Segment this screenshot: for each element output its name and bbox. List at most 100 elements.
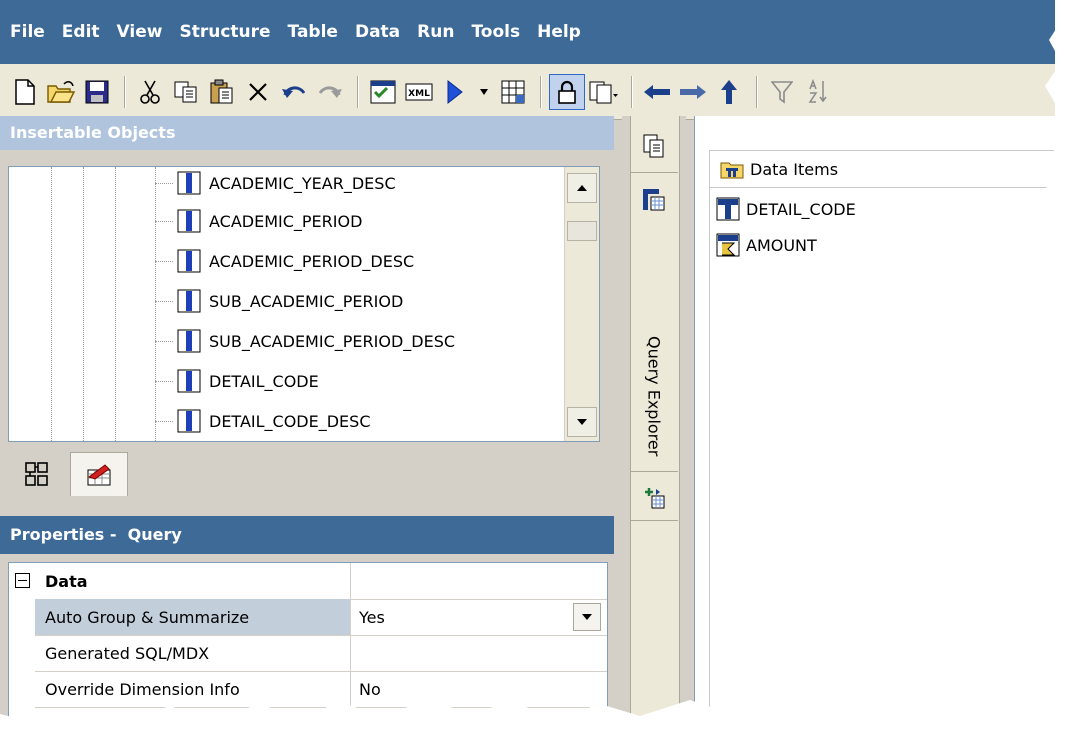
insertable-tabs	[8, 448, 613, 500]
property-value[interactable]	[351, 635, 607, 671]
paste-button[interactable]	[205, 75, 239, 109]
copy-icon	[174, 81, 197, 102]
condition-explorer-tab[interactable]	[630, 486, 678, 510]
properties-header: Properties - Query	[0, 516, 614, 554]
toolbar-separator	[756, 75, 757, 108]
delete-button[interactable]	[241, 75, 275, 109]
tree-item-label: ACADEMIC_PERIOD	[209, 211, 363, 231]
data-items-panel: Data Items DETAIL_CODE AMOUNT	[709, 150, 1055, 738]
chevron-down-icon	[582, 614, 592, 620]
toolbar-separator	[631, 75, 632, 108]
query-explorer-tab[interactable]	[630, 188, 678, 212]
page-explorer-tab[interactable]	[630, 134, 678, 158]
tree-item-label: DETAIL_CODE_DESC	[209, 411, 371, 431]
lock-button[interactable]	[549, 73, 585, 110]
property-category-row[interactable]: Data	[9, 563, 607, 600]
query-item-icon	[177, 369, 201, 393]
up-button[interactable]	[712, 75, 746, 109]
property-row[interactable]: Auto Group & Summarize Yes	[9, 599, 607, 636]
menu-tools[interactable]: Tools	[465, 22, 526, 42]
undo-button[interactable]	[277, 75, 311, 109]
query-item-icon	[177, 209, 201, 233]
query-item-icon	[177, 289, 201, 313]
xml-button[interactable]: XML	[402, 75, 436, 109]
menu-run[interactable]: Run	[411, 22, 460, 42]
validate-button[interactable]	[366, 75, 400, 109]
tree-item-label: ACADEMIC_YEAR_DESC	[209, 173, 396, 193]
validate-icon	[370, 80, 396, 103]
scroll-up-button[interactable]	[567, 173, 597, 203]
data-item[interactable]: DETAIL_CODE	[716, 193, 856, 225]
sort-button[interactable]	[801, 75, 835, 109]
toolbar-separator	[124, 75, 125, 108]
collapse-icon[interactable]	[15, 573, 30, 588]
forward-icon	[680, 84, 706, 99]
up-icon	[721, 79, 737, 104]
delete-icon	[249, 82, 267, 101]
tree-item[interactable]: DETAIL_CODE	[9, 361, 569, 401]
grid-icon	[501, 80, 525, 103]
tree-item[interactable]: ACADEMIC_PERIOD_DESC	[9, 241, 569, 281]
query-work-area: Data Items DETAIL_CODE AMOUNT	[694, 116, 1055, 738]
data-items-folder-icon	[720, 162, 744, 179]
toolbar-separator	[357, 75, 358, 108]
condition-explorer-icon	[645, 488, 665, 509]
new-button[interactable]	[8, 75, 42, 109]
toolbox-tab[interactable]	[70, 452, 128, 496]
menu-table[interactable]: Table	[282, 22, 344, 42]
query-explorer-icon	[643, 189, 665, 211]
view-data-button[interactable]	[496, 75, 530, 109]
property-value[interactable]: Yes	[351, 599, 607, 635]
menu-edit[interactable]: Edit	[56, 22, 106, 42]
toolbox-tab-icon	[87, 463, 111, 485]
tree-item[interactable]: ACADEMIC_PERIOD	[9, 201, 569, 241]
tree-item-label: SUB_ACADEMIC_PERIOD	[209, 291, 404, 311]
menu-bar: File Edit View Structure Table Data Run …	[0, 0, 1055, 64]
lock-icon	[558, 80, 576, 104]
cut-button[interactable]	[133, 75, 167, 109]
scroll-down-button[interactable]	[567, 407, 597, 437]
data-item[interactable]: AMOUNT	[716, 229, 817, 261]
menu-data[interactable]: Data	[349, 22, 406, 42]
property-name: Generated SQL/MDX	[35, 635, 351, 671]
tree-item-label: SUB_ACADEMIC_PERIOD_DESC	[209, 331, 456, 351]
back-button[interactable]	[640, 75, 674, 109]
query-item-icon	[177, 249, 201, 273]
data-items-title: Data Items	[750, 159, 839, 179]
redo-button[interactable]	[313, 75, 347, 109]
query-item-icon	[177, 409, 201, 433]
insertable-objects-header: Insertable Objects	[0, 116, 614, 150]
menu-view[interactable]: View	[111, 22, 169, 42]
tree-item[interactable]: SUB_ACADEMIC_PERIOD	[9, 281, 569, 321]
property-row[interactable]: Generated SQL/MDX	[9, 635, 607, 672]
chevron-down-icon	[480, 88, 488, 95]
run-button[interactable]	[438, 75, 472, 109]
tree-item[interactable]: SUB_ACADEMIC_PERIOD_DESC	[9, 321, 569, 361]
tree-item-label: DETAIL_CODE	[209, 371, 319, 391]
open-button[interactable]	[44, 75, 78, 109]
filter-button[interactable]	[765, 75, 799, 109]
run-options-dropdown[interactable]	[474, 75, 494, 109]
copy-button[interactable]	[169, 75, 203, 109]
menu-file[interactable]: File	[0, 22, 51, 42]
data-item-label: DETAIL_CODE	[746, 199, 856, 219]
property-name: Auto Group & Summarize	[35, 599, 351, 635]
paste-icon	[210, 79, 233, 103]
run-icon	[447, 79, 463, 104]
data-item-icon	[716, 197, 740, 221]
tree-item[interactable]: DETAIL_CODE_DESC	[9, 401, 569, 441]
sort-icon	[808, 78, 827, 103]
tree-scrollbar[interactable]	[564, 167, 599, 441]
tree-item[interactable]: ACADEMIC_YEAR_DESC	[9, 167, 569, 203]
copy-format-button[interactable]	[587, 75, 621, 109]
open-icon	[47, 80, 75, 103]
toolbar: XML	[0, 64, 1055, 120]
save-button[interactable]	[80, 75, 114, 109]
menu-help[interactable]: Help	[531, 22, 587, 42]
scroll-thumb[interactable]	[567, 221, 597, 241]
source-tab[interactable]	[8, 452, 66, 496]
forward-button[interactable]	[676, 75, 710, 109]
torn-edge-right	[1041, 0, 1079, 738]
menu-structure[interactable]: Structure	[173, 22, 276, 42]
property-dropdown-button[interactable]	[573, 603, 601, 631]
